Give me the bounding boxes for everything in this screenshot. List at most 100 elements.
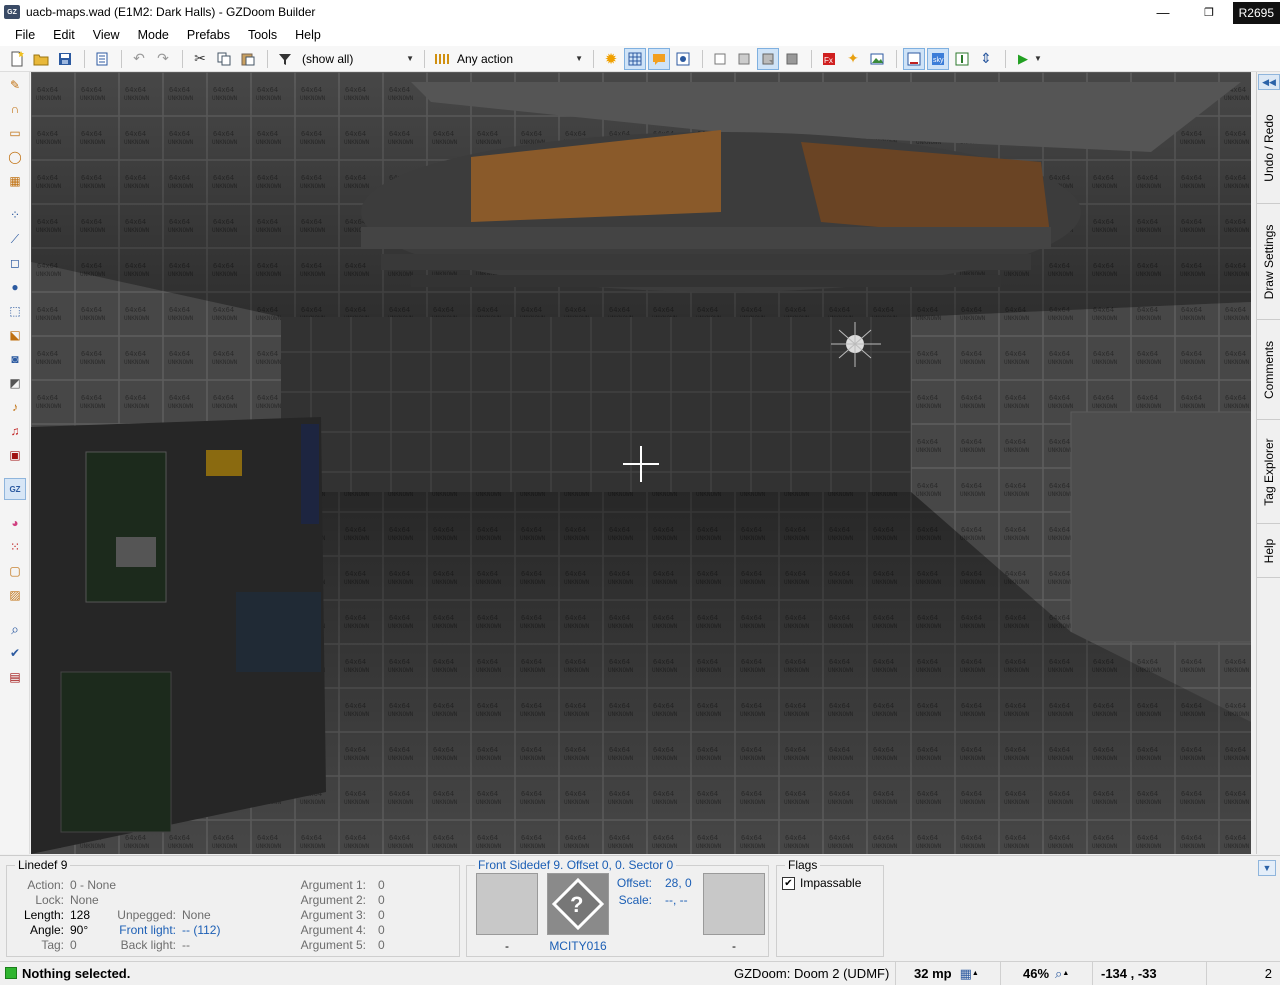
tab-tag-explorer[interactable]: Tag Explorer [1257, 420, 1280, 524]
film-icon[interactable]: ▣ [4, 444, 26, 466]
tab-draw-settings-label: Draw Settings [1262, 224, 1276, 299]
fog-icon[interactable] [903, 47, 925, 70]
draw-rectangle-icon[interactable]: ▭ [4, 122, 26, 144]
vertices-mode-icon[interactable]: ⁘ [4, 204, 26, 226]
chevron-down-icon: ▼ [406, 54, 414, 63]
grid-icon: ▦ [959, 965, 972, 981]
save-map-icon[interactable] [54, 48, 76, 70]
sound-environment-icon[interactable]: ◩ [4, 372, 26, 394]
view-brightness-icon[interactable] [733, 48, 755, 70]
action-filter-select[interactable]: Any action ▼ [455, 49, 587, 69]
sectors-mode-icon[interactable]: ◻ [4, 252, 26, 274]
sky-icon[interactable]: sky [927, 47, 949, 70]
grid-size[interactable]: 32 mp ▦ ▲ [895, 962, 995, 985]
status-bar: Nothing selected. GZDoom: Doom 2 (UDMF) … [0, 961, 1280, 985]
visual-mode-icon[interactable]: GZ [4, 478, 26, 500]
map-options-icon[interactable] [91, 48, 113, 70]
edit-selection-icon[interactable]: ⬕ [4, 324, 26, 346]
grid-icon[interactable] [624, 47, 646, 70]
filter-icon[interactable] [274, 48, 296, 70]
linedefs-mode-icon[interactable]: ⟋ [4, 228, 26, 250]
paint-icon[interactable]: ▨ [4, 584, 26, 606]
test-map-icon[interactable]: ▶ [1012, 48, 1034, 70]
tab-undo-redo-label: Undo / Redo [1262, 113, 1276, 182]
script-editor-icon[interactable]: Fx [818, 48, 840, 70]
length-label: Length: [23, 908, 64, 922]
paste-icon[interactable] [237, 48, 259, 70]
open-map-icon[interactable] [30, 48, 52, 70]
argument-4-value: 0 [378, 923, 385, 937]
lower-texture-preview[interactable] [703, 873, 765, 935]
cut-icon[interactable]: ✂ [189, 48, 211, 70]
check-map-icon[interactable]: ✔ [4, 642, 26, 664]
menu-edit[interactable]: Edit [44, 26, 84, 44]
fixed-things-scale-icon[interactable] [672, 48, 694, 70]
tag-value: 0 [70, 938, 77, 952]
upper-texture-preview[interactable] [476, 873, 538, 935]
lights-icon[interactable]: ✦ [842, 48, 864, 70]
view-normal-icon[interactable] [709, 48, 731, 70]
menu-prefabs[interactable]: Prefabs [178, 26, 239, 44]
title-bar: GZ uacb-maps.wad (E1M2: Dark Halls) - GZ… [0, 0, 1280, 24]
collapse-panel-icon[interactable]: ▼ [1258, 860, 1276, 876]
chevron-down-icon[interactable]: ▼ [1034, 54, 1042, 63]
height-arrows-icon[interactable]: ⇕ [975, 48, 997, 70]
color-picker-icon[interactable]: ◕ [4, 512, 26, 534]
action-filter-value: Any action [457, 51, 514, 66]
offset-value: 28, 0 [665, 876, 692, 890]
copy-icon[interactable] [213, 48, 235, 70]
menu-tools[interactable]: Tools [239, 26, 286, 44]
tag-label: Tag: [41, 938, 64, 952]
redo-icon[interactable]: ↷ [152, 48, 174, 70]
draw-lines-icon[interactable]: ✎ [4, 74, 26, 96]
impassable-label: Impassable [800, 876, 862, 890]
things-mode-icon[interactable]: ● [4, 276, 26, 298]
flags-title: Flags [785, 858, 821, 872]
mode-toolbar: ✎ ∩ ▭ ◯ ▦ ⁘ ⟋ ◻ ● ⬚ ⬕ ◙ ◩ ♪ ♫ ▣ GZ ◕ ⁙ ▢… [0, 72, 30, 854]
impassable-checkbox[interactable]: ✔ [782, 876, 795, 890]
menu-help[interactable]: Help [286, 26, 330, 44]
visual-mode-viewport[interactable]: 64x64 UNKNOWN [31, 72, 1251, 854]
sound-propagation-icon[interactable]: ◙ [4, 348, 26, 370]
dock-collapse-icon[interactable]: ◀◀ [1258, 74, 1280, 90]
undo-icon[interactable]: ↶ [128, 48, 150, 70]
menu-view[interactable]: View [84, 26, 129, 44]
zoom-level[interactable]: 46% ⌕ ▲ [1000, 962, 1088, 985]
find-icon[interactable]: ⌕ [4, 618, 26, 640]
status-text: Nothing selected. [22, 965, 131, 981]
linedef-action-icon[interactable] [431, 48, 453, 70]
models-icon[interactable] [866, 48, 888, 70]
tab-comments[interactable]: Comments [1257, 320, 1280, 420]
full-brightness-icon[interactable]: ✹ [600, 48, 622, 70]
snap-vertices-icon[interactable]: ⁙ [4, 536, 26, 558]
menu-file[interactable]: File [6, 26, 44, 44]
comments-icon[interactable] [648, 47, 670, 70]
argument-1-value: 0 [378, 878, 385, 892]
script-icon[interactable]: ▤ [4, 666, 26, 688]
scene-render: 64x64 UNKNOWN [31, 72, 1251, 854]
tab-draw-settings[interactable]: Draw Settings [1257, 204, 1280, 320]
tab-undo-redo[interactable]: Undo / Redo [1257, 92, 1280, 204]
action-value: 0 - None [70, 878, 117, 892]
upper-texture-name: - [505, 939, 509, 953]
angle-label: Angle: [29, 923, 64, 937]
draw-curve-icon[interactable]: ∩ [4, 98, 26, 120]
draw-ellipse-icon[interactable]: ◯ [4, 146, 26, 168]
toolbar: ↶ ↷ ✂ (show all) ▼ Any action ▼ ✹ Fx ✦ s… [0, 46, 1280, 72]
ears-icon[interactable]: ♪ [4, 396, 26, 418]
middle-texture-preview[interactable]: ? [547, 873, 609, 935]
view-ceilings-icon[interactable] [781, 48, 803, 70]
action-label: Action: [27, 878, 64, 892]
maximize-button[interactable]: ❐ [1186, 0, 1232, 24]
view-floors-icon[interactable] [757, 47, 779, 70]
ears-z-icon[interactable]: ♫ [4, 420, 26, 442]
minimize-button[interactable]: — [1140, 0, 1186, 24]
event-lines-icon[interactable] [951, 48, 973, 70]
tab-help[interactable]: Help [1257, 524, 1280, 578]
make-sectors-icon[interactable]: ⬚ [4, 300, 26, 322]
draw-grid-icon[interactable]: ▦ [4, 170, 26, 192]
things-filter-select[interactable]: (show all) ▼ [298, 49, 418, 69]
menu-mode[interactable]: Mode [129, 26, 178, 44]
fit-texture-icon[interactable]: ▢ [4, 560, 26, 582]
new-map-icon[interactable] [6, 48, 28, 70]
